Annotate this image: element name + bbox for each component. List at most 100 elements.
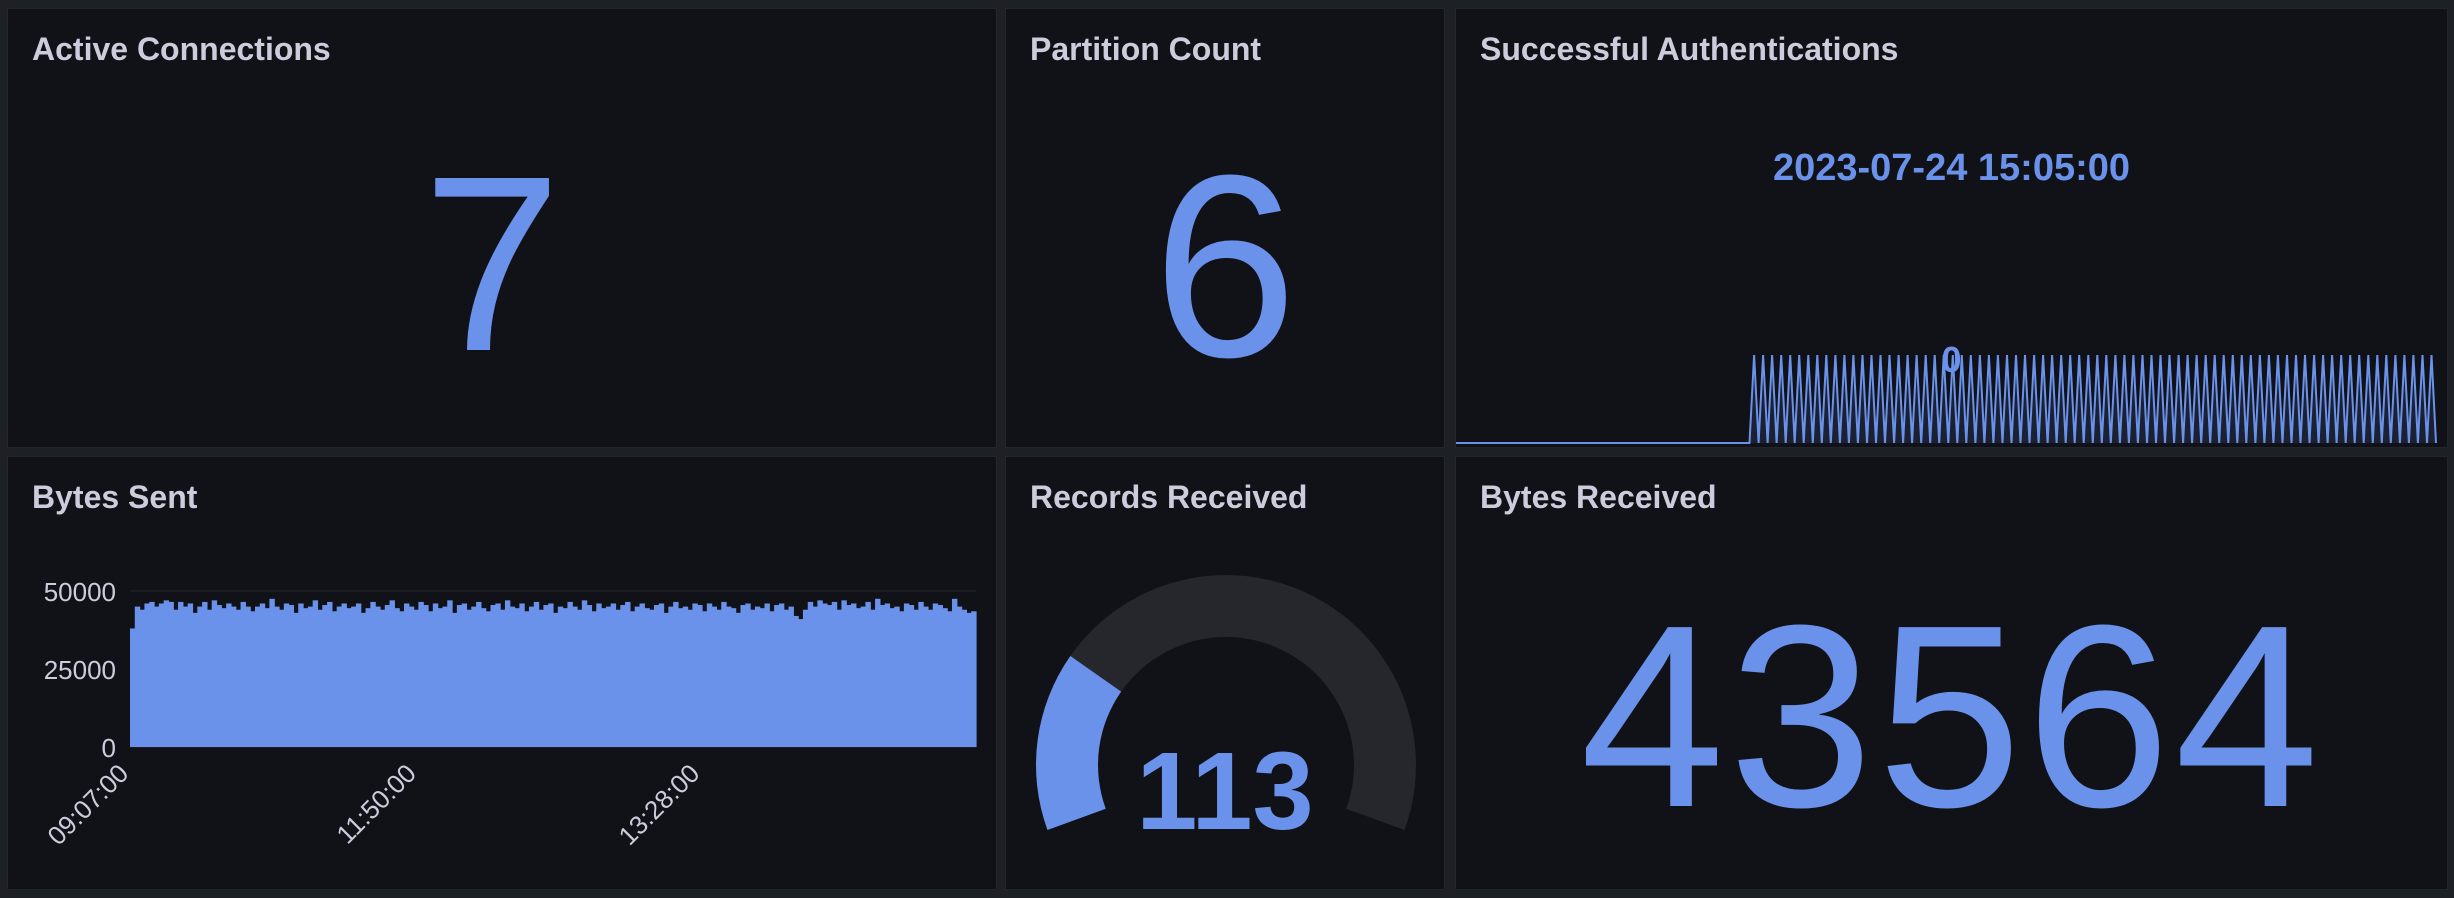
bar: [221, 608, 227, 747]
successful-authentications-panel[interactable]: Successful Authentications 2023-07-24 15…: [1455, 8, 2448, 448]
bar: [197, 606, 203, 747]
bar: [730, 608, 737, 747]
bar: [456, 605, 463, 747]
bar: [447, 600, 453, 747]
panel-title[interactable]: Active Connections: [32, 31, 331, 68]
bar: [394, 608, 400, 747]
bar: [283, 603, 290, 747]
bar: [769, 611, 775, 747]
bar: [279, 609, 285, 747]
bar: [466, 609, 472, 747]
bar: [759, 608, 766, 747]
bar: [851, 603, 857, 747]
stat-value: 6: [1152, 122, 1298, 412]
bar: [889, 608, 895, 747]
bar: [778, 603, 785, 747]
bar: [543, 605, 549, 747]
bar: [182, 606, 189, 747]
panel-title[interactable]: Bytes Received: [1480, 479, 1717, 516]
bar: [504, 600, 511, 747]
bar: [908, 605, 915, 747]
bar: [610, 603, 617, 747]
bar: [923, 606, 929, 747]
records-received-panel[interactable]: Records Received 113: [1005, 456, 1445, 890]
bar: [663, 612, 669, 747]
bar: [235, 609, 242, 747]
x-tick-label: 11:50:00: [330, 758, 421, 849]
stat-value: 43564: [1580, 572, 2323, 862]
active-connections-panel[interactable]: Active Connections 7: [7, 8, 997, 448]
bar: [625, 601, 631, 747]
bytes-sent-chart: 0 25000 50000 09:07:00 11:50:00 13:28:00: [41, 577, 977, 851]
bar: [798, 619, 804, 747]
bar: [706, 603, 713, 747]
bar: [408, 606, 415, 747]
bar: [581, 600, 588, 747]
bar: [557, 606, 564, 747]
bar: [365, 608, 371, 747]
bar: [134, 606, 141, 747]
bar: [783, 609, 790, 747]
bar: [259, 603, 266, 747]
bar: [130, 628, 136, 747]
bar: [726, 606, 732, 747]
bar: [702, 611, 708, 747]
bar: [331, 611, 338, 747]
bar: [293, 612, 299, 747]
bar: [476, 601, 482, 747]
bar: [442, 606, 448, 747]
bytes-received-panel[interactable]: Bytes Received 43564: [1455, 456, 2448, 890]
bar: [971, 611, 977, 747]
bar: [173, 609, 179, 747]
bar: [653, 605, 660, 747]
bar: [894, 606, 900, 747]
bar: [605, 606, 612, 747]
bar: [855, 608, 862, 747]
bar: [240, 601, 246, 747]
y-tick-label: 50000: [44, 577, 116, 607]
bar: [375, 606, 381, 747]
bar: [490, 605, 496, 747]
bar: [533, 601, 540, 747]
bar: [298, 603, 304, 747]
bar: [677, 608, 684, 747]
bar: [788, 606, 794, 747]
bar: [461, 603, 468, 747]
bar: [932, 603, 939, 747]
bytes-sent-panel[interactable]: Bytes Sent 0 25000 50000 09:07:00 11:50:00 13…: [7, 456, 997, 890]
bar: [187, 603, 194, 747]
bar: [178, 601, 184, 747]
partition-count-panel[interactable]: Partition Count 6: [1005, 8, 1445, 448]
bar: [682, 606, 689, 747]
bar: [452, 612, 458, 747]
bar: [774, 605, 780, 747]
bar: [149, 601, 155, 747]
bar: [355, 603, 362, 747]
bar: [735, 612, 742, 747]
bar: [423, 605, 429, 747]
bar: [875, 598, 881, 747]
bar: [254, 606, 261, 747]
bar: [250, 611, 256, 747]
bar: [553, 612, 559, 747]
bar: [327, 601, 333, 747]
bar: [480, 608, 487, 747]
bar: [144, 603, 150, 747]
bar: [577, 609, 583, 747]
bar: [634, 606, 641, 747]
bar: [740, 605, 746, 747]
bar: [288, 605, 295, 747]
bar: [163, 600, 170, 747]
panel-title[interactable]: Partition Count: [1030, 31, 1261, 68]
bar: [692, 603, 698, 747]
bar: [807, 601, 814, 747]
bar: [403, 603, 410, 747]
bar: [596, 603, 602, 747]
bar: [812, 606, 818, 747]
bar: [317, 609, 323, 747]
stat-value: 7: [422, 124, 562, 403]
bar: [947, 611, 953, 747]
bar: [528, 606, 535, 747]
bar: [567, 601, 573, 747]
bar: [870, 609, 876, 747]
